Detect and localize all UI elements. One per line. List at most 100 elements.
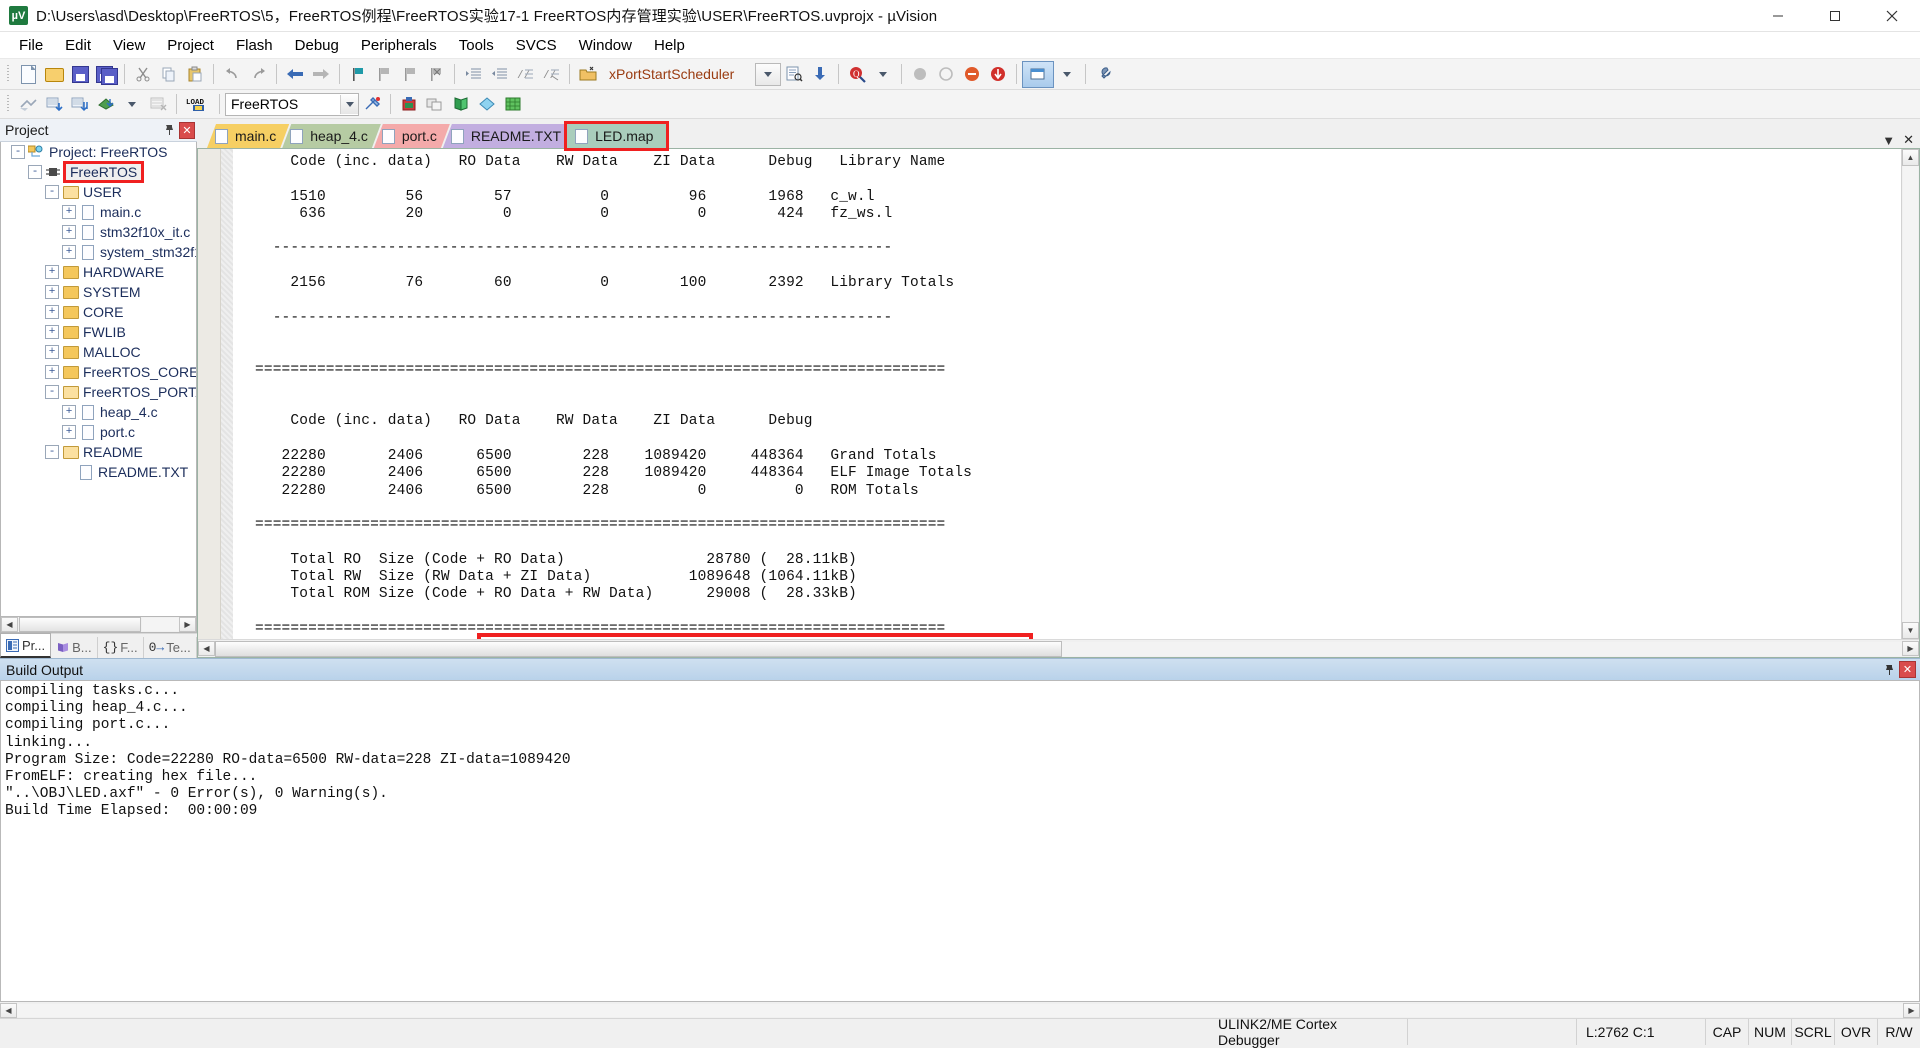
tree-item-stm32f10x-it-c[interactable]: + stm32f10x_it.c — [1, 222, 196, 242]
hscroll-track[interactable] — [17, 1003, 1903, 1017]
menu-project[interactable]: Project — [156, 34, 225, 57]
tab-project[interactable]: Pr... — [0, 633, 52, 658]
build-icon[interactable] — [41, 92, 67, 117]
menu-file[interactable]: File — [8, 34, 54, 57]
scroll-right-button[interactable]: ▶ — [179, 617, 196, 632]
find-icon[interactable]: Q — [844, 62, 870, 87]
scroll-left-button[interactable]: ◀ — [198, 641, 215, 656]
maximize-button[interactable] — [1806, 0, 1863, 31]
expand-icon[interactable]: + — [45, 365, 59, 379]
editor-tab-port-c[interactable]: port.c — [374, 124, 450, 148]
hscroll-track[interactable] — [1062, 641, 1902, 656]
tree-item-fwlib[interactable]: + FWLIB — [1, 322, 196, 342]
start-debug-icon[interactable] — [907, 62, 933, 87]
minimize-button[interactable] — [1749, 0, 1806, 31]
batch-dropdown-icon[interactable] — [119, 92, 145, 117]
function-navigator[interactable]: xPortStartScheduler — [601, 62, 781, 86]
bookmark-toggle-icon[interactable] — [345, 62, 371, 87]
project-tree[interactable]: - Project: FreeRTOS - FreeRTOS - USER + main.c +… — [0, 142, 197, 617]
scroll-left-button[interactable]: ◀ — [1, 617, 18, 632]
hscroll-track[interactable] — [142, 618, 179, 631]
uncomment-icon[interactable]: // — [538, 62, 564, 87]
expand-icon[interactable]: + — [45, 285, 59, 299]
vscroll-track[interactable] — [1903, 166, 1918, 622]
build-output-hscrollbar[interactable]: ◀ ▶ — [0, 1002, 1920, 1018]
config-wizard-icon[interactable] — [1022, 60, 1054, 88]
insert-icon[interactable] — [807, 62, 833, 87]
open-file-icon[interactable] — [41, 62, 67, 87]
tree-item-port-c[interactable]: + port.c — [1, 422, 196, 442]
collapse-icon[interactable]: - — [45, 185, 59, 199]
project-pane-close-button[interactable]: ✕ — [179, 121, 195, 139]
target-combo[interactable]: FreeRTOS — [225, 92, 359, 116]
menu-tools[interactable]: Tools — [448, 34, 505, 57]
tab-books[interactable]: B... — [51, 637, 98, 658]
manage-components-icon[interactable] — [396, 92, 422, 117]
bookmark-next-icon[interactable] — [397, 62, 423, 87]
cut-icon[interactable] — [130, 62, 156, 87]
reset-icon[interactable] — [933, 62, 959, 87]
menu-view[interactable]: View — [102, 34, 156, 57]
copy-icon[interactable] — [156, 62, 182, 87]
editor-tab-led-map[interactable]: LED.map — [564, 121, 670, 151]
save-all-icon[interactable] — [93, 62, 119, 87]
expand-icon[interactable]: + — [62, 245, 76, 259]
pack-installer-icon[interactable] — [474, 92, 500, 117]
expand-icon[interactable]: + — [45, 325, 59, 339]
function-combo-arrow[interactable] — [755, 62, 781, 86]
save-icon[interactable] — [67, 62, 93, 87]
indent-icon[interactable] — [460, 62, 486, 87]
menu-window[interactable]: Window — [568, 34, 643, 57]
tree-item-readme-txt[interactable]: README.TXT — [1, 462, 196, 482]
menu-help[interactable]: Help — [643, 34, 696, 57]
target-options-icon[interactable] — [359, 92, 385, 117]
expand-icon[interactable]: + — [62, 405, 76, 419]
collapse-icon[interactable]: - — [45, 445, 59, 459]
navigate-forward-icon[interactable] — [308, 62, 334, 87]
bookmark-clear-icon[interactable] — [423, 62, 449, 87]
editor-vscrollbar[interactable]: ▲ ▼ — [1901, 149, 1919, 639]
open-function-icon[interactable] — [575, 62, 601, 87]
find-dropdown-icon[interactable] — [870, 62, 896, 87]
paste-icon[interactable] — [182, 62, 208, 87]
expand-icon[interactable]: + — [45, 345, 59, 359]
tree-item-project-freertos[interactable]: - Project: FreeRTOS — [1, 142, 196, 162]
scroll-left-button[interactable]: ◀ — [0, 1002, 17, 1018]
chevron-down-icon[interactable]: ▼ — [1882, 133, 1895, 148]
tree-item-freertos[interactable]: - FreeRTOS — [1, 161, 196, 183]
comment-icon[interactable]: // — [512, 62, 538, 87]
expand-icon[interactable]: + — [62, 205, 76, 219]
tab-templates[interactable]: 0→ Te... — [144, 637, 197, 658]
tree-item-core[interactable]: + CORE — [1, 302, 196, 322]
download-icon[interactable] — [985, 62, 1011, 87]
tree-item-system-stm32f1[interactable]: + system_stm32f1 — [1, 242, 196, 262]
tree-item-malloc[interactable]: + MALLOC — [1, 342, 196, 362]
multi-project-icon[interactable] — [422, 92, 448, 117]
redo-icon[interactable] — [245, 62, 271, 87]
new-file-icon[interactable] — [15, 62, 41, 87]
editor-tab-readme-txt[interactable]: README.TXT — [443, 124, 574, 148]
toolbar-grip[interactable] — [5, 64, 12, 84]
tree-item-readme[interactable]: - README — [1, 442, 196, 462]
tab-functions[interactable]: {} F... — [98, 637, 144, 658]
scroll-down-button[interactable]: ▼ — [1902, 622, 1919, 639]
undo-icon[interactable] — [219, 62, 245, 87]
close-icon[interactable]: ✕ — [1903, 132, 1914, 148]
expand-icon[interactable]: + — [62, 225, 76, 239]
tree-item-hardware[interactable]: + HARDWARE — [1, 262, 196, 282]
tree-item-freertos-core[interactable]: + FreeRTOS_CORE — [1, 362, 196, 382]
find-in-files-icon[interactable] — [781, 62, 807, 87]
tree-item-heap-4-c[interactable]: + heap_4.c — [1, 402, 196, 422]
menu-svcs[interactable]: SVCS — [505, 34, 568, 57]
hscroll-thumb[interactable] — [215, 640, 1062, 657]
menu-peripherals[interactable]: Peripherals — [350, 34, 448, 57]
bookmark-prev-icon[interactable] — [371, 62, 397, 87]
settings-icon[interactable] — [1091, 62, 1117, 87]
stop-build-icon[interactable] — [145, 92, 171, 117]
tree-item-freertos-portable[interactable]: - FreeRTOS_PORTABLE — [1, 382, 196, 402]
scroll-right-button[interactable]: ▶ — [1903, 1002, 1920, 1018]
scroll-right-button[interactable]: ▶ — [1902, 641, 1919, 656]
editor-tab-main-c[interactable]: main.c — [207, 124, 289, 148]
menu-flash[interactable]: Flash — [225, 34, 284, 57]
close-button[interactable] — [1863, 0, 1920, 31]
